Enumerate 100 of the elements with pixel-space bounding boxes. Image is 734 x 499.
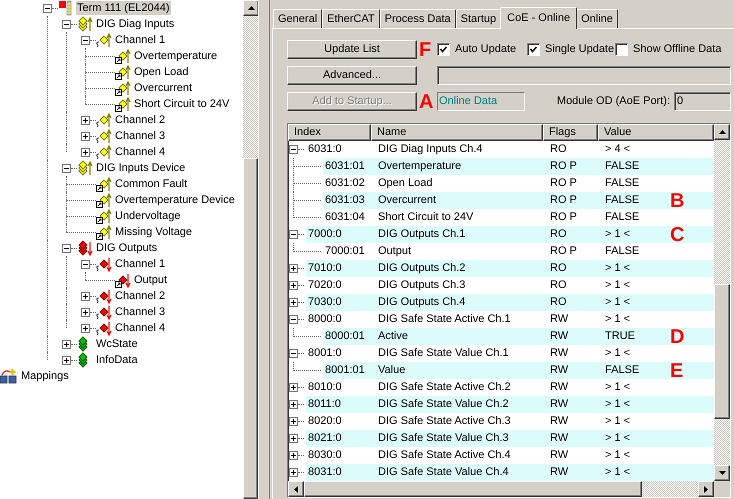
expand-icon[interactable] [81, 324, 90, 332]
push-button[interactable]: Advanced... [287, 66, 417, 85]
table-row[interactable]: 8000:01 Active RW TRUE D [323, 328, 714, 345]
tab[interactable]: CoE - Online [500, 7, 578, 29]
expand-icon[interactable] [289, 264, 298, 273]
value-text: FALSE [605, 210, 640, 226]
table-row[interactable]: 8021:0 DIG Safe State Value Ch.3 RW > 1 < [306, 430, 714, 447]
collapse-icon[interactable] [289, 145, 298, 154]
tab[interactable]: General [273, 9, 322, 28]
tree-item[interactable]: Channel 3 [114, 129, 166, 143]
mapping-icon [0, 368, 18, 384]
collapse-icon[interactable] [62, 20, 71, 28]
table-row[interactable]: 7010:0 DIG Outputs Ch.2 RO > 1 < [306, 260, 714, 277]
table-row[interactable]: 7000:0 DIG Outputs Ch.1 RO > 1 < C [306, 226, 714, 243]
text-field[interactable] [437, 66, 731, 85]
expand-icon[interactable] [81, 148, 90, 156]
tree-item[interactable]: Channel 1 [114, 33, 166, 47]
checkbox[interactable] [615, 43, 628, 56]
expand-icon[interactable] [289, 383, 298, 392]
scrollbar-thumb[interactable] [243, 158, 258, 499]
table-row[interactable]: 7030:0 DIG Outputs Ch.4 RO > 1 < [306, 294, 714, 311]
collapse-icon[interactable] [62, 164, 71, 172]
tree-item[interactable]: DIG Outputs [95, 241, 158, 255]
tree-item[interactable]: Common Fault [114, 177, 188, 191]
column-header[interactable]: Value [598, 124, 714, 141]
index-text: 7020:0 [308, 279, 342, 292]
collapse-icon[interactable] [289, 349, 298, 358]
checkbox[interactable] [527, 43, 540, 56]
index-text: 8010:0 [308, 381, 342, 394]
scroll-arrow-button[interactable] [243, 0, 259, 16]
checkbox-label[interactable]: Show Offline Data [633, 41, 722, 58]
value-text: > 1 < [605, 312, 632, 328]
scrollbar-thumb[interactable] [714, 284, 730, 419]
collapse-icon[interactable] [62, 244, 71, 252]
expand-icon[interactable] [81, 292, 90, 300]
tree-item[interactable]: Overtemperature Device [114, 193, 236, 207]
scrollbar-thumb[interactable] [304, 481, 642, 497]
scroll-arrow-button[interactable] [714, 124, 730, 140]
push-button[interactable]: Update List [287, 40, 417, 59]
collapse-icon[interactable] [43, 4, 52, 12]
column-header[interactable]: Name [371, 124, 543, 141]
tree-item[interactable]: Output [133, 273, 168, 287]
splitter[interactable] [258, 0, 270, 499]
scroll-arrow-button[interactable] [714, 465, 730, 481]
tree-item[interactable]: DIG Inputs Device [95, 161, 186, 175]
expand-icon[interactable] [81, 132, 90, 140]
tree-item[interactable]: WcState [95, 337, 139, 351]
expand-icon[interactable] [289, 400, 298, 409]
expand-icon[interactable] [289, 298, 298, 307]
tree-item[interactable]: Channel 1 [114, 257, 166, 271]
column-header[interactable]: Index [288, 124, 371, 141]
collapse-icon[interactable] [289, 230, 298, 239]
tree-item[interactable]: Channel 3 [114, 305, 166, 319]
expand-icon[interactable] [289, 417, 298, 426]
tree-item[interactable]: DIG Diag Inputs [95, 17, 176, 31]
diamond-stack-icon [77, 16, 93, 32]
tree-item[interactable]: Channel 4 [114, 145, 166, 159]
tree-item[interactable]: Overcurrent [133, 81, 194, 95]
tree-item[interactable]: Undervoltage [114, 209, 182, 223]
tree-item[interactable]: Overtemperature [133, 49, 218, 63]
table-row[interactable]: 6031:03 Overcurrent RO P FALSE B [323, 192, 714, 209]
tree-item[interactable]: Channel 2 [114, 113, 166, 127]
expand-icon[interactable] [81, 308, 90, 316]
tab[interactable]: Process Data [380, 9, 456, 28]
expand-icon[interactable] [62, 340, 71, 348]
tree-item[interactable]: Short Circuit to 24V [133, 97, 230, 111]
tree-item[interactable]: Open Load [133, 65, 190, 79]
table-row[interactable]: 8031:0 DIG Safe State Value Ch.4 RW > 1 < [306, 464, 714, 481]
column-header[interactable]: Flags [543, 124, 598, 141]
scroll-arrow-button[interactable] [698, 481, 714, 497]
checkbox[interactable] [437, 43, 450, 56]
module-od-field[interactable]: 0 [674, 92, 731, 111]
tree-item[interactable]: Missing Voltage [114, 225, 194, 239]
expand-icon[interactable] [289, 451, 298, 460]
checkmark-icon [440, 46, 447, 53]
collapse-icon[interactable] [81, 260, 90, 268]
expand-icon[interactable] [289, 434, 298, 443]
expand-icon[interactable] [289, 281, 298, 290]
expand-icon[interactable] [62, 356, 71, 364]
left-arrow-icon [293, 484, 299, 494]
tab[interactable]: EtherCAT [322, 9, 380, 28]
tab[interactable]: Online [576, 9, 618, 28]
tab[interactable]: Startup [456, 9, 502, 28]
table-row[interactable]: 8001:01 Value RW FALSE E [323, 362, 714, 379]
tree-item[interactable]: Term 111 (EL2044) [76, 1, 171, 15]
table-row[interactable]: 6031:01 Overtemperature RO P FALSE [323, 158, 714, 175]
collapse-icon[interactable] [289, 315, 298, 324]
name-text: DIG Safe State Value Ch.3 [378, 432, 509, 444]
name-text: Open Load [378, 177, 432, 190]
checkbox-label[interactable]: Auto Update [455, 41, 516, 58]
expand-icon[interactable] [289, 468, 298, 477]
checkbox-label[interactable]: Single Update [545, 41, 614, 58]
expand-icon[interactable] [81, 116, 90, 124]
tree-item[interactable]: Channel 4 [114, 321, 166, 335]
scroll-arrow-button[interactable] [288, 481, 304, 497]
collapse-icon[interactable] [81, 36, 90, 44]
table-row[interactable]: 8011:0 DIG Safe State Value Ch.2 RW > 1 < [306, 396, 714, 413]
tree-item[interactable]: Mappings [20, 368, 70, 384]
tree-item[interactable]: InfoData [95, 353, 139, 367]
tree-item[interactable]: Channel 2 [114, 289, 166, 303]
